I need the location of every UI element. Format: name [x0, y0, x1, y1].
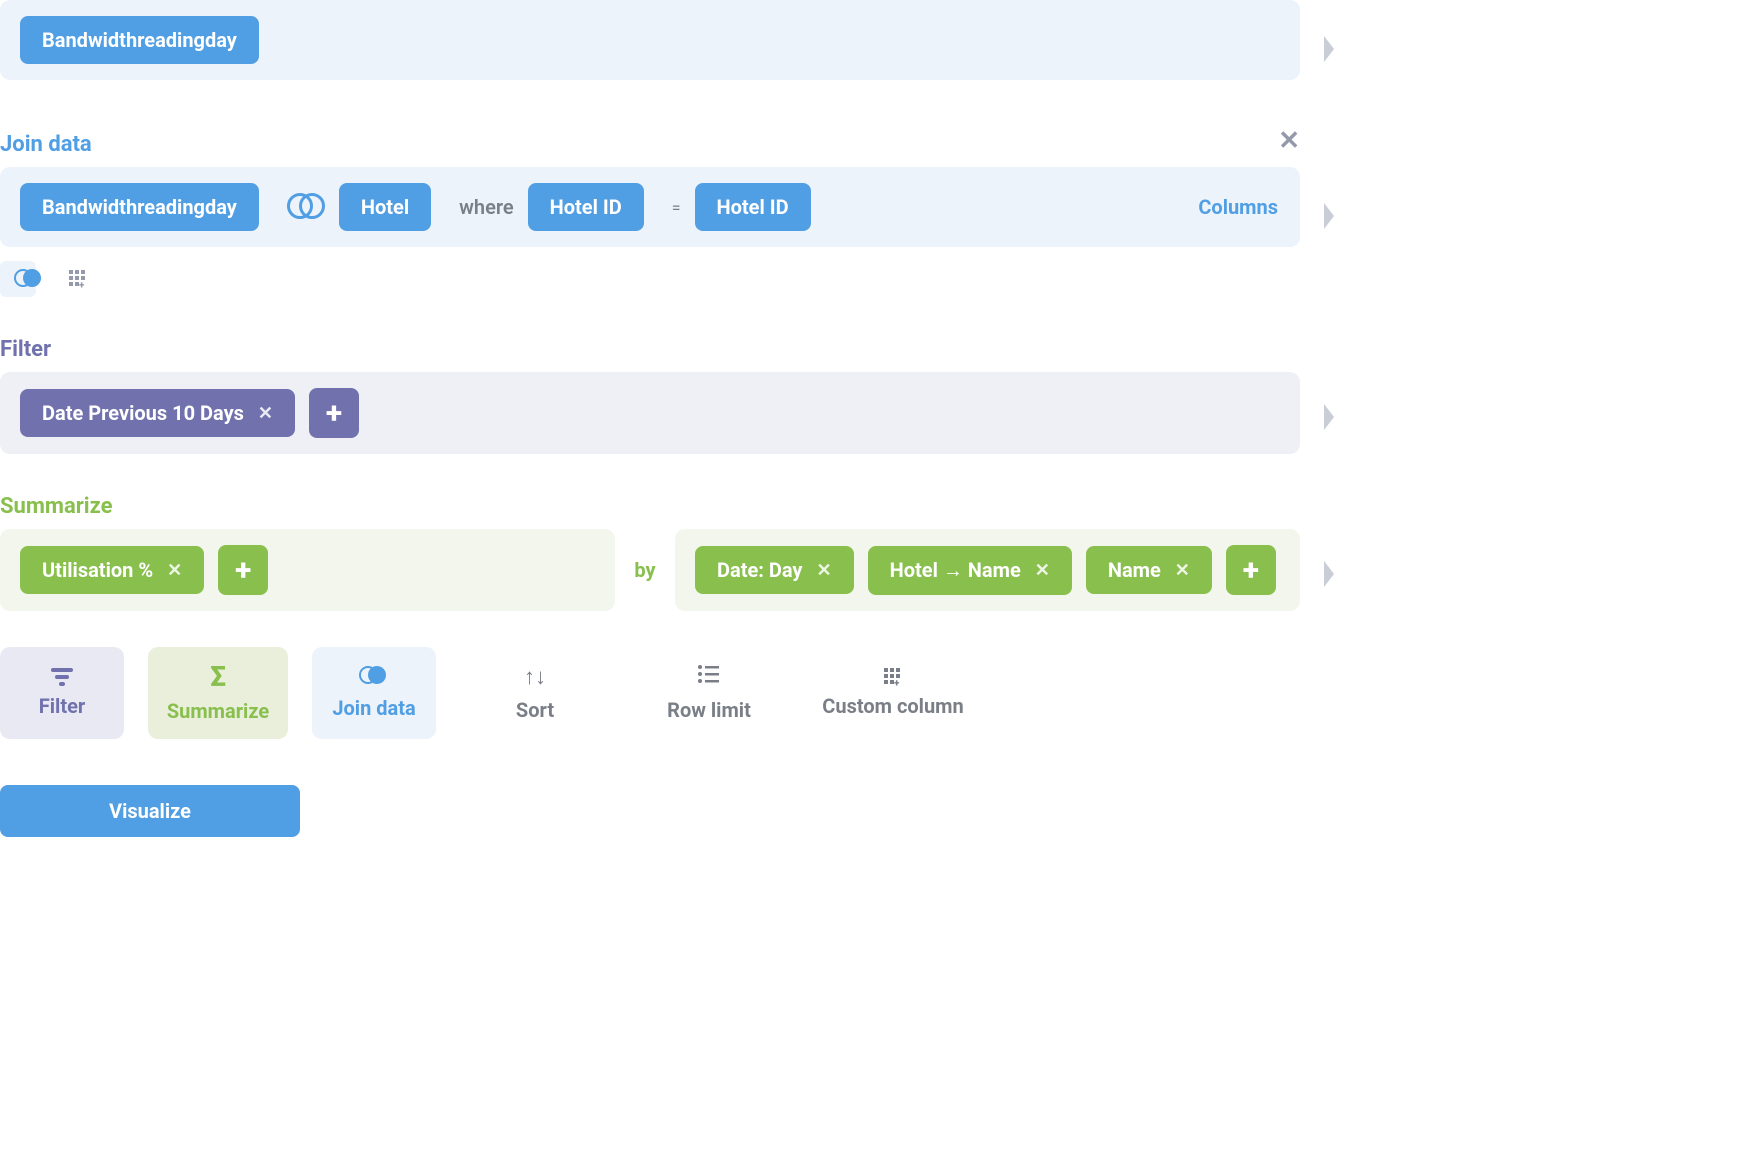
collapse-handle-icon[interactable] [1322, 559, 1338, 589]
venn-icon [359, 666, 389, 688]
remove-group-icon[interactable]: ✕ [1035, 560, 1050, 581]
join-panel: Bandwidthreadingday Hotel where Hotel ID… [0, 167, 1300, 247]
grid-plus-icon: + [69, 270, 87, 288]
visualize-button[interactable]: Visualize [0, 785, 300, 837]
action-custom-column-tile[interactable]: + Custom column [808, 647, 978, 739]
group-chip[interactable]: Date: Day ✕ [695, 546, 854, 594]
collapse-handle-icon[interactable] [1322, 201, 1338, 231]
remove-group-icon[interactable]: ✕ [1175, 560, 1190, 581]
sigma-icon: Σ [210, 663, 226, 691]
join-left-key-label: Hotel ID [550, 195, 622, 219]
filter-icon [51, 668, 73, 686]
group-chip-label: Name [1108, 558, 1161, 582]
source-table-chip[interactable]: Bandwidthreadingday [20, 16, 259, 64]
filter-panel: Date Previous 10 Days ✕ + [0, 372, 1300, 454]
action-row-limit-label: Row limit [667, 698, 751, 722]
group-chip-label: Hotel → Name [890, 558, 1021, 583]
join-right-table-chip[interactable]: Hotel [339, 183, 431, 231]
action-filter-tile[interactable]: Filter [0, 647, 124, 739]
collapse-handle-icon[interactable] [1322, 402, 1338, 432]
data-source-panel: Bandwidthreadingday [0, 0, 1300, 80]
remove-group-icon[interactable]: ✕ [817, 560, 832, 581]
group-chip[interactable]: Hotel → Name ✕ [868, 546, 1072, 595]
equals-label: = [672, 198, 681, 217]
action-filter-label: Filter [39, 694, 85, 718]
summarize-aggregates-panel: Utilisation % ✕ + [0, 529, 615, 611]
action-row-limit-tile[interactable]: Row limit [634, 647, 784, 739]
grid-plus-icon: + [884, 668, 902, 686]
action-custom-column-label: Custom column [822, 694, 963, 718]
columns-link[interactable]: Columns [1198, 195, 1278, 219]
join-mini-tools: + [0, 261, 1340, 297]
summarize-groups-panel: Date: Day ✕ Hotel → Name ✕ Name ✕ + [675, 529, 1300, 611]
row-limit-icon [697, 664, 721, 690]
filter-chip-label: Date Previous 10 Days [42, 401, 244, 425]
action-sort-label: Sort [516, 698, 554, 722]
join-right-key-label: Hotel ID [717, 195, 789, 219]
aggregate-chip[interactable]: Utilisation % ✕ [20, 546, 204, 594]
visualize-label: Visualize [109, 799, 191, 823]
action-summarize-label: Summarize [167, 699, 269, 723]
action-join-tile[interactable]: Join data [312, 647, 436, 739]
remove-filter-icon[interactable]: ✕ [258, 403, 273, 424]
join-right-table-label: Hotel [361, 195, 409, 219]
join-right-key-chip[interactable]: Hotel ID [695, 183, 811, 231]
join-left-key-chip[interactable]: Hotel ID [528, 183, 644, 231]
remove-join-button[interactable]: ✕ [1278, 126, 1300, 156]
venn-icon[interactable] [287, 193, 325, 221]
action-tiles-row: Filter Σ Summarize Join data ↑↓ Sort [0, 647, 1340, 739]
collapse-handle-icon[interactable] [1322, 34, 1338, 64]
remove-aggregate-icon[interactable]: ✕ [167, 560, 182, 581]
filter-section-label: Filter [0, 337, 1340, 362]
action-join-label: Join data [332, 696, 415, 720]
source-table-label: Bandwidthreadingday [42, 28, 237, 52]
columns-link-label: Columns [1198, 195, 1278, 219]
add-join-button[interactable] [0, 261, 36, 297]
join-section-label: Join data [0, 132, 92, 157]
add-custom-column-button[interactable]: + [60, 261, 96, 297]
action-summarize-tile[interactable]: Σ Summarize [148, 647, 288, 739]
action-sort-tile[interactable]: ↑↓ Sort [460, 647, 610, 739]
summarize-section-label: Summarize [0, 494, 1340, 519]
by-label: by [615, 558, 675, 582]
venn-icon [14, 269, 22, 289]
join-left-table-label: Bandwidthreadingday [42, 195, 237, 219]
group-chip[interactable]: Name ✕ [1086, 546, 1212, 594]
where-label: where [459, 195, 513, 219]
add-aggregate-button[interactable]: + [218, 545, 268, 595]
group-chip-label: Date: Day [717, 558, 803, 582]
add-group-button[interactable]: + [1226, 545, 1276, 595]
join-left-table-chip[interactable]: Bandwidthreadingday [20, 183, 259, 231]
aggregate-chip-label: Utilisation % [42, 558, 153, 582]
add-filter-button[interactable]: + [309, 388, 359, 438]
filter-chip[interactable]: Date Previous 10 Days ✕ [20, 389, 295, 437]
sort-icon: ↑↓ [524, 664, 546, 690]
